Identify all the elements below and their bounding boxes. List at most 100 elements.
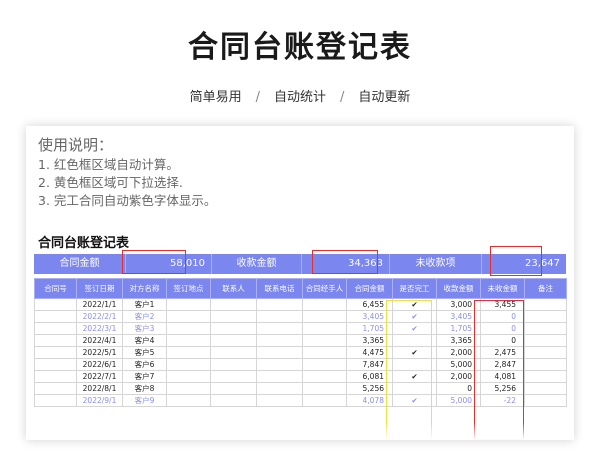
cell-party-name[interactable]: 客户5 xyxy=(122,346,167,359)
cell-received[interactable]: 0 xyxy=(436,382,481,395)
cell-remarks[interactable] xyxy=(524,334,567,347)
cell-handler[interactable] xyxy=(302,334,347,347)
cell-party-name[interactable]: 客户2 xyxy=(122,310,167,323)
cell-contract-no[interactable] xyxy=(34,394,77,407)
cell-party-name[interactable]: 客户4 xyxy=(122,334,167,347)
cell-unreceived[interactable]: -22 xyxy=(480,394,525,407)
cell-contact[interactable] xyxy=(210,370,257,383)
cell-sign-date[interactable]: 2022/6/1 xyxy=(76,358,123,371)
cell-contract-no[interactable] xyxy=(34,370,77,383)
cell-contact[interactable] xyxy=(210,358,257,371)
cell-completed[interactable] xyxy=(392,358,437,371)
cell-phone[interactable] xyxy=(256,370,303,383)
cell-phone[interactable] xyxy=(256,394,303,407)
cell-phone[interactable] xyxy=(256,298,303,311)
cell-contract-no[interactable] xyxy=(34,298,77,311)
cell-sign-place[interactable] xyxy=(166,310,211,323)
table-row[interactable]: 2022/3/1 客户3 1,705 ✔ 1,705 0 xyxy=(34,322,567,335)
cell-completed[interactable]: ✔ xyxy=(392,322,437,335)
table-row[interactable]: 2022/7/1 客户7 6,081 ✔ 2,000 4,081 xyxy=(34,370,567,383)
cell-contract-no[interactable] xyxy=(34,382,77,395)
table-row[interactable]: 2022/8/1 客户8 5,256 0 5,256 xyxy=(34,382,567,395)
cell-handler[interactable] xyxy=(302,322,347,335)
cell-sign-date[interactable]: 2022/3/1 xyxy=(76,322,123,335)
cell-handler[interactable] xyxy=(302,370,347,383)
cell-unreceived[interactable]: 2,847 xyxy=(480,358,525,371)
cell-contract-amount[interactable]: 1,705 xyxy=(346,322,393,335)
cell-contact[interactable] xyxy=(210,322,257,335)
cell-received[interactable]: 3,000 xyxy=(436,298,481,311)
cell-unreceived[interactable]: 5,256 xyxy=(480,382,525,395)
cell-received[interactable]: 5,000 xyxy=(436,358,481,371)
cell-completed[interactable]: ✔ xyxy=(392,310,437,323)
cell-completed[interactable]: ✔ xyxy=(392,394,437,407)
table-row[interactable]: 2022/6/1 客户6 7,847 5,000 2,847 xyxy=(34,358,567,371)
cell-received[interactable]: 1,705 xyxy=(436,322,481,335)
table-row[interactable]: 2022/5/1 客户5 4,475 ✔ 2,000 2,475 xyxy=(34,346,567,359)
cell-contract-amount[interactable]: 7,847 xyxy=(346,358,393,371)
cell-contract-amount[interactable]: 3,405 xyxy=(346,310,393,323)
cell-sign-date[interactable]: 2022/2/1 xyxy=(76,310,123,323)
cell-party-name[interactable]: 客户8 xyxy=(122,382,167,395)
cell-completed[interactable]: ✔ xyxy=(392,298,437,311)
cell-handler[interactable] xyxy=(302,346,347,359)
cell-phone[interactable] xyxy=(256,334,303,347)
cell-contract-no[interactable] xyxy=(34,310,77,323)
cell-contract-amount[interactable]: 4,078 xyxy=(346,394,393,407)
cell-received[interactable]: 2,000 xyxy=(436,370,481,383)
cell-contract-no[interactable] xyxy=(34,358,77,371)
cell-handler[interactable] xyxy=(302,382,347,395)
cell-contract-amount[interactable]: 6,455 xyxy=(346,298,393,311)
cell-unreceived[interactable]: 0 xyxy=(480,322,525,335)
cell-remarks[interactable] xyxy=(524,298,567,311)
cell-sign-place[interactable] xyxy=(166,322,211,335)
cell-received[interactable]: 3,365 xyxy=(436,334,481,347)
cell-party-name[interactable]: 客户7 xyxy=(122,370,167,383)
cell-contract-no[interactable] xyxy=(34,322,77,335)
cell-sign-date[interactable]: 2022/5/1 xyxy=(76,346,123,359)
cell-contact[interactable] xyxy=(210,382,257,395)
cell-handler[interactable] xyxy=(302,358,347,371)
cell-contract-no[interactable] xyxy=(34,346,77,359)
cell-sign-date[interactable]: 2022/8/1 xyxy=(76,382,123,395)
cell-handler[interactable] xyxy=(302,310,347,323)
cell-unreceived[interactable]: 2,475 xyxy=(480,346,525,359)
cell-handler[interactable] xyxy=(302,298,347,311)
cell-party-name[interactable]: 客户9 xyxy=(122,394,167,407)
cell-phone[interactable] xyxy=(256,322,303,335)
cell-remarks[interactable] xyxy=(524,322,567,335)
table-row[interactable]: 2022/4/1 客户4 3,365 3,365 0 xyxy=(34,334,567,347)
cell-remarks[interactable] xyxy=(524,310,567,323)
cell-handler[interactable] xyxy=(302,394,347,407)
cell-remarks[interactable] xyxy=(524,382,567,395)
cell-phone[interactable] xyxy=(256,310,303,323)
cell-contract-amount[interactable]: 4,475 xyxy=(346,346,393,359)
cell-party-name[interactable]: 客户6 xyxy=(122,358,167,371)
cell-sign-place[interactable] xyxy=(166,382,211,395)
cell-completed[interactable] xyxy=(392,334,437,347)
cell-sign-place[interactable] xyxy=(166,334,211,347)
cell-contact[interactable] xyxy=(210,298,257,311)
cell-completed[interactable]: ✔ xyxy=(392,370,437,383)
table-row[interactable]: 2022/2/1 客户2 3,405 ✔ 3,405 0 xyxy=(34,310,567,323)
cell-sign-place[interactable] xyxy=(166,370,211,383)
cell-phone[interactable] xyxy=(256,346,303,359)
cell-sign-place[interactable] xyxy=(166,394,211,407)
cell-sign-place[interactable] xyxy=(166,298,211,311)
cell-phone[interactable] xyxy=(256,382,303,395)
cell-party-name[interactable]: 客户3 xyxy=(122,322,167,335)
cell-phone[interactable] xyxy=(256,358,303,371)
cell-contact[interactable] xyxy=(210,310,257,323)
cell-completed[interactable]: ✔ xyxy=(392,346,437,359)
cell-contact[interactable] xyxy=(210,334,257,347)
cell-contact[interactable] xyxy=(210,394,257,407)
cell-unreceived[interactable]: 4,081 xyxy=(480,370,525,383)
cell-remarks[interactable] xyxy=(524,394,567,407)
cell-sign-date[interactable]: 2022/7/1 xyxy=(76,370,123,383)
cell-unreceived[interactable]: 0 xyxy=(480,334,525,347)
cell-sign-place[interactable] xyxy=(166,346,211,359)
cell-contract-amount[interactable]: 6,081 xyxy=(346,370,393,383)
cell-unreceived[interactable]: 3,455 xyxy=(480,298,525,311)
cell-sign-date[interactable]: 2022/9/1 xyxy=(76,394,123,407)
cell-remarks[interactable] xyxy=(524,370,567,383)
